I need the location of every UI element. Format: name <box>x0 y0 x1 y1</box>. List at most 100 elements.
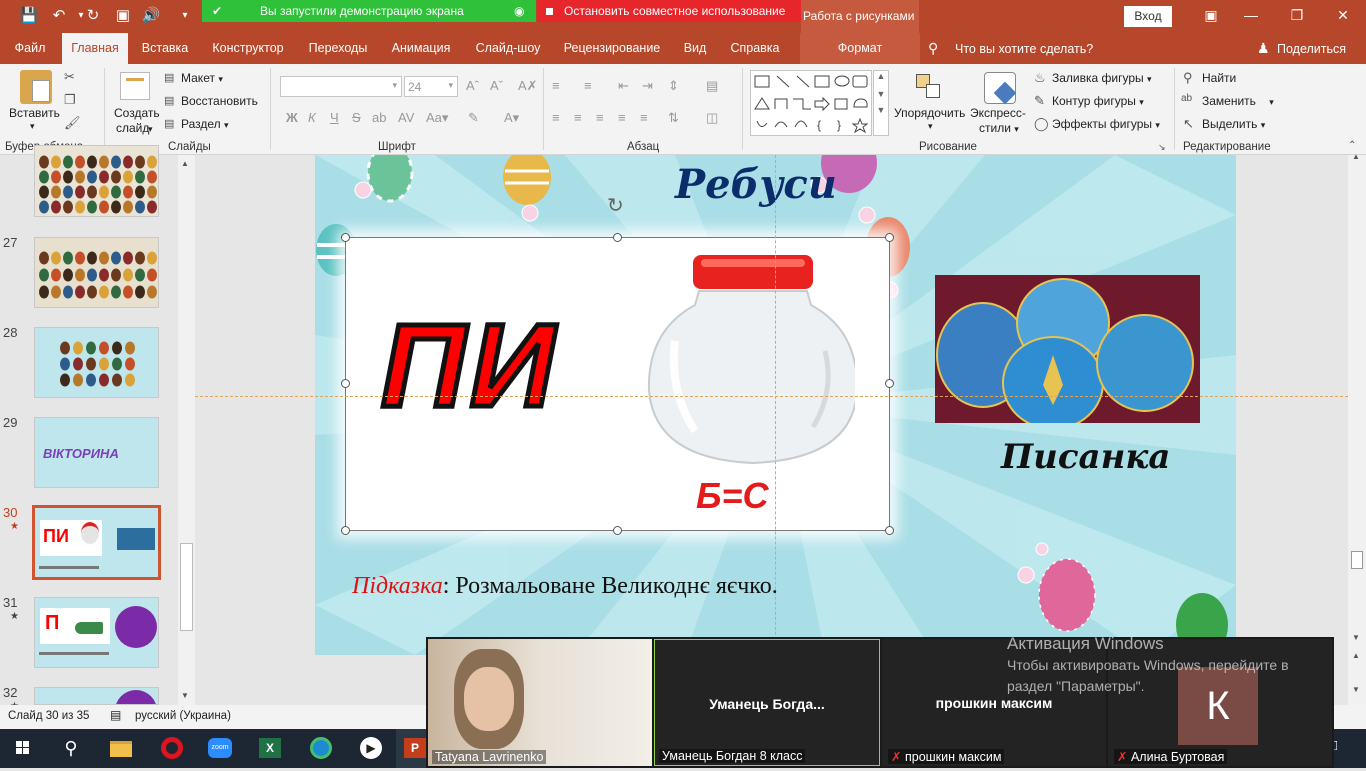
tab-animations[interactable]: Анимация <box>384 33 458 64</box>
numbering-icon[interactable]: ≡ <box>584 78 592 93</box>
reset-button[interactable]: Восстановить <box>181 94 258 108</box>
shapes-gallery[interactable]: {} <box>750 70 872 136</box>
drawing-launcher-icon[interactable]: ↘ <box>1158 142 1166 153</box>
shapes-gallery-scroll[interactable]: ▲ ▼ ▼ <box>873 70 889 136</box>
tab-slideshow[interactable]: Слайд-шоу <box>468 33 548 64</box>
tell-me-input[interactable]: Что вы хотите сделать? <box>955 42 1093 56</box>
ribbon-display-icon[interactable]: ▣ <box>1196 7 1226 25</box>
rotate-handle-icon[interactable]: ↻ <box>607 193 624 218</box>
bullets-icon[interactable]: ≡ <box>552 78 560 93</box>
editor-scrollbar[interactable]: ▲ ▼ ▲ ▼ <box>1348 152 1366 705</box>
resize-handle[interactable] <box>613 233 622 242</box>
replace-button[interactable]: Заменить ▾ <box>1202 94 1274 108</box>
chevron-down-icon[interactable]: ▼ <box>1352 633 1360 642</box>
strike-button[interactable]: S <box>352 110 361 125</box>
columns-icon[interactable]: ▤ <box>706 78 718 94</box>
tab-design[interactable]: Конструктор <box>206 33 290 64</box>
prev-slide-icon[interactable]: ▲ <box>1352 651 1360 660</box>
chevron-down-icon[interactable]: ▼ <box>181 691 189 700</box>
save-icon[interactable]: 💾 <box>18 6 40 26</box>
hint-text[interactable]: Підказка: Розмальоване Великоднє яєчко. <box>352 573 778 600</box>
find-button[interactable]: Найти <box>1202 71 1236 85</box>
decrease-indent-icon[interactable]: ⇤ <box>618 78 629 94</box>
shape-outline-button[interactable]: Контур фигуры ▾ <box>1052 94 1144 108</box>
slide-thumbnail-28[interactable] <box>34 327 159 398</box>
font-color-icon[interactable]: A▾ <box>504 110 519 126</box>
video-tile[interactable]: Tatyana Lavrinenko <box>428 639 652 766</box>
paste-icon[interactable] <box>20 70 52 104</box>
slide-title[interactable]: Ребуси <box>675 161 837 208</box>
tab-help[interactable]: Справка <box>724 33 786 64</box>
resize-handle[interactable] <box>885 233 894 242</box>
increase-indent-icon[interactable]: ⇥ <box>642 78 653 94</box>
resize-handle[interactable] <box>885 379 894 388</box>
paste-button[interactable]: Вставить <box>9 106 60 120</box>
new-slide-button[interactable]: Создать <box>114 106 160 120</box>
redo-icon[interactable]: ↻ <box>82 6 104 26</box>
layout-button[interactable]: Макет ▾ <box>181 71 223 85</box>
stop-share-button[interactable]: Остановить совместное использование <box>537 0 801 22</box>
resize-handle[interactable] <box>341 526 350 535</box>
paste-dropdown-icon[interactable]: ▾ <box>30 121 35 132</box>
resize-handle[interactable] <box>613 526 622 535</box>
align-right-icon[interactable]: ≡ <box>596 110 604 125</box>
char-spacing-icon[interactable]: ab <box>372 110 386 125</box>
font-size-combo[interactable]: 24 ▾ <box>404 76 458 97</box>
line-spacing-icon[interactable]: ⇕ <box>668 78 679 94</box>
minimize-icon[interactable]: — <box>1236 7 1266 25</box>
format-painter-icon[interactable]: 🖌 <box>64 115 81 131</box>
undo-icon[interactable]: ↶ <box>48 6 70 26</box>
shrink-font-icon[interactable]: Aˇ <box>490 78 503 93</box>
thumbnail-scrollbar[interactable]: ▲ ▼ <box>178 155 195 705</box>
change-case-icon[interactable]: Aa▾ <box>426 110 448 126</box>
highlight-icon[interactable]: ✎ <box>468 110 479 126</box>
resize-handle[interactable] <box>885 526 894 535</box>
font-name-combo[interactable]: ▾ <box>280 76 402 97</box>
quick-styles-button[interactable]: Экспресс- <box>970 106 1026 120</box>
underline-button[interactable]: Ч <box>330 110 339 125</box>
tab-format[interactable]: Формат <box>800 33 920 64</box>
cut-icon[interactable]: ✂ <box>64 69 75 85</box>
chevron-up-icon[interactable]: ▲ <box>1352 152 1360 161</box>
media-player-icon[interactable]: ▶ <box>348 729 394 768</box>
spellcheck-icon[interactable]: ▤ <box>110 708 121 722</box>
excel-icon[interactable]: X <box>248 729 294 768</box>
edge-icon[interactable] <box>298 729 344 768</box>
distributed-icon[interactable]: ≡ <box>640 110 648 125</box>
tab-transitions[interactable]: Переходы <box>300 33 376 64</box>
start-icon[interactable] <box>0 729 46 768</box>
arrange-button[interactable]: Упорядочить <box>894 106 965 120</box>
clear-format-icon[interactable]: A✗ <box>518 78 538 94</box>
slide-thumbnail-30[interactable]: ПИ <box>32 505 161 580</box>
italic-button[interactable]: К <box>308 110 316 125</box>
slide-thumbnail-29[interactable]: ВІКТОРИНА <box>34 417 159 488</box>
maximize-icon[interactable]: ❐ <box>1282 7 1312 25</box>
resize-handle[interactable] <box>341 233 350 242</box>
login-button[interactable]: Вход <box>1124 6 1172 27</box>
text-shadow-icon[interactable]: AV <box>398 110 414 125</box>
opera-icon[interactable] <box>148 729 194 768</box>
tab-insert[interactable]: Вставка <box>134 33 196 64</box>
section-button[interactable]: Раздел ▾ <box>181 117 229 131</box>
language-indicator[interactable]: русский (Украина) <box>135 710 231 722</box>
bold-button[interactable]: Ж <box>286 110 298 125</box>
speaker-icon[interactable]: 🔊 <box>140 6 162 26</box>
chevron-up-icon[interactable]: ▲ <box>181 159 189 168</box>
present-icon[interactable]: ▣ <box>112 6 134 26</box>
answer-text[interactable]: Писанка <box>1001 437 1170 477</box>
shape-effects-button[interactable]: Эффекты фигуры ▾ <box>1052 117 1160 131</box>
video-tile[interactable]: Уманець Богда... Уманець Богдан 8 класс <box>654 639 880 766</box>
tab-file[interactable]: Файл <box>2 33 58 64</box>
shape-fill-button[interactable]: Заливка фигуры ▾ <box>1052 71 1152 85</box>
slide-thumbnail-27[interactable] <box>34 237 159 308</box>
tab-view[interactable]: Вид <box>676 33 714 64</box>
align-center-icon[interactable]: ≡ <box>574 110 582 125</box>
customize-qat-icon[interactable]: ▾ <box>174 6 196 26</box>
slide-thumbnail-31[interactable]: П <box>34 597 159 668</box>
tab-review[interactable]: Рецензирование <box>558 33 666 64</box>
slide-thumbnail-32[interactable] <box>34 687 159 705</box>
new-slide-dropdown-icon[interactable]: ▾ <box>148 124 153 135</box>
copy-icon[interactable]: ❐ <box>64 92 76 108</box>
collapse-ribbon-icon[interactable]: ⌃ <box>1348 140 1356 151</box>
file-explorer-icon[interactable] <box>98 729 144 768</box>
